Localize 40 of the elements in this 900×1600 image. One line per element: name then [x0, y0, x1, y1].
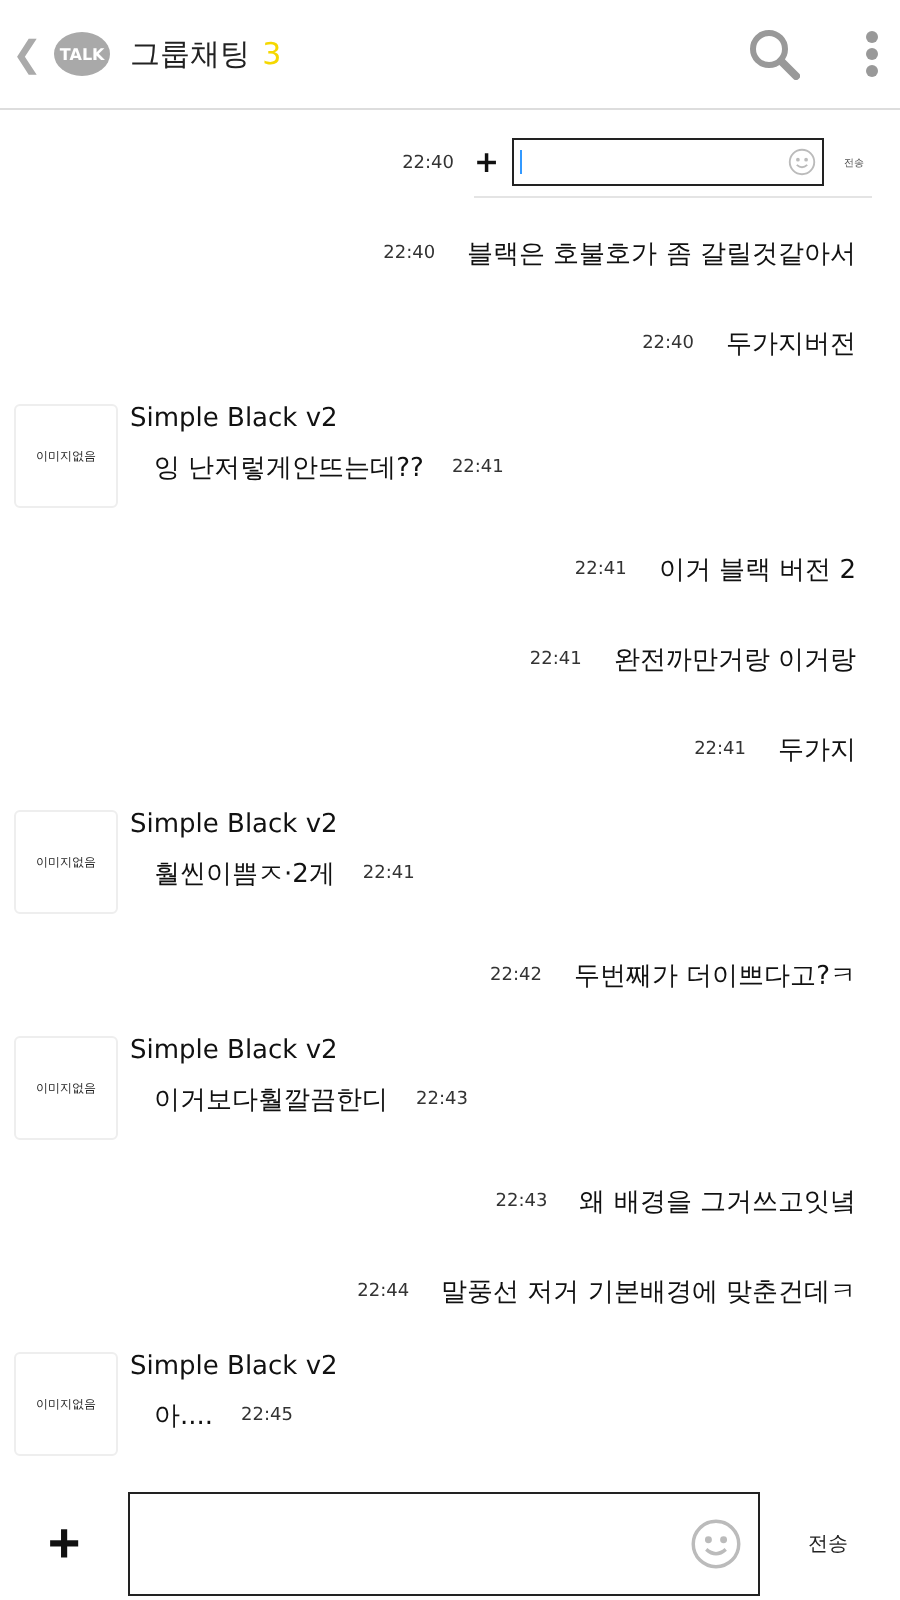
member-count: 3: [262, 36, 282, 72]
sender-name: Simple Black v2: [130, 810, 340, 840]
message-text: 훨씬이쁨ㅈ·2게: [154, 858, 335, 892]
search-button[interactable]: [748, 28, 800, 80]
talk-logo: TALK: [54, 32, 111, 76]
message-text: 블랙은 호불호가 좀 갈릴것같아서: [467, 237, 856, 271]
menu-button[interactable]: [864, 30, 880, 78]
message-time: 22:44: [357, 1281, 410, 1301]
message-time: 22:41: [574, 559, 627, 579]
message-text: 잉 난저렇게안뜨는데??: [154, 452, 424, 486]
message-text: 말풍선 저거 기본배경에 맞춘건데ㅋ: [441, 1275, 856, 1309]
emoticon-icon[interactable]: [690, 1518, 742, 1570]
sender-name: Simple Black v2: [130, 404, 340, 434]
message-text: 이거보다훨깔끔한디: [154, 1084, 388, 1118]
message-time: 22:41: [694, 739, 746, 759]
message-field[interactable]: [128, 1492, 760, 1596]
message-time: 22:40: [383, 243, 436, 263]
message-text: 이거 블랙 버전 2: [658, 553, 856, 587]
message-time: 22:40: [642, 333, 694, 353]
message-text: 두가지: [778, 733, 856, 767]
sender-name: Simple Black v2: [130, 1036, 340, 1066]
message-text: 왜 배경을 그거쓰고잇녘: [579, 1185, 856, 1219]
message-time: 22:45: [241, 1406, 293, 1426]
sender-name: Simple Black v2: [130, 1352, 338, 1382]
message-time: 22:42: [490, 965, 542, 985]
message-text: 두번째가 더이쁘다고?ㅋ: [573, 959, 856, 993]
message-time: 22:41: [529, 649, 582, 669]
chat-title: 그룹채팅: [130, 35, 251, 73]
message-time: 22:43: [416, 1090, 468, 1110]
message-time: 22:41: [451, 458, 504, 478]
message-time: 22:43: [495, 1191, 548, 1211]
plus-icon: +: [474, 144, 500, 180]
message-text: 완전까만거랑 이거랑: [613, 643, 856, 677]
add-button[interactable]: +: [40, 1512, 88, 1576]
message-text: 두가지버전: [726, 327, 856, 361]
message-time: 22:40: [402, 153, 454, 173]
emoticon-icon[interactable]: [788, 148, 816, 176]
message-text: 아....: [154, 1400, 214, 1434]
send-button[interactable]: 전송: [808, 1530, 848, 1558]
message-time: 22:41: [362, 864, 415, 884]
